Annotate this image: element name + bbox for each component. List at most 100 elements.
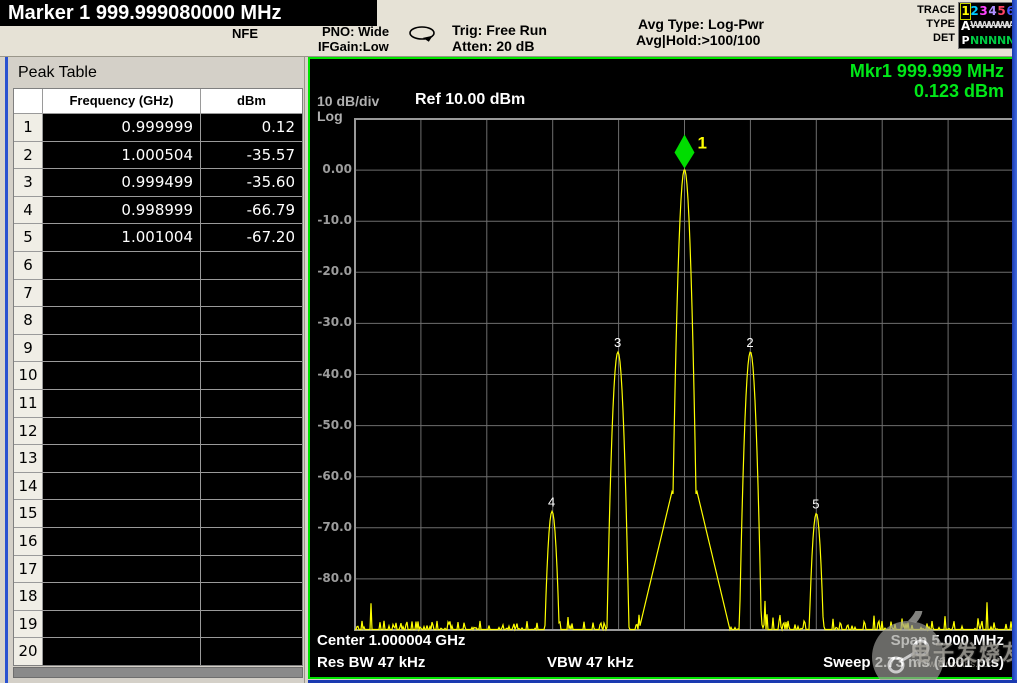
table-row[interactable]: 3 0.999499 -35.60: [14, 168, 302, 196]
cell-frequency: [42, 527, 200, 555]
table-row[interactable]: 1 0.999999 0.12: [14, 113, 302, 141]
row-index: 20: [14, 638, 42, 665]
cell-frequency: [42, 472, 200, 500]
table-row[interactable]: 20: [14, 637, 302, 665]
row-index: 13: [14, 445, 42, 472]
trace-number-1[interactable]: 1: [960, 3, 971, 20]
table-row[interactable]: 13: [14, 444, 302, 472]
cell-frequency: [42, 445, 200, 472]
row-index: 6: [14, 251, 42, 279]
header-frequency: Frequency (GHz): [42, 89, 200, 113]
trace-number-5[interactable]: 5: [997, 4, 1006, 19]
cell-dbm: [200, 445, 302, 472]
cell-dbm: [200, 610, 302, 638]
continuous-sweep-icon[interactable]: [407, 25, 439, 48]
active-function-readout[interactable]: Marker 1 999.999080000 MHz: [0, 0, 377, 26]
peak-table-panel: Peak Table Frequency (GHz) dBm 1 0.999999…: [5, 57, 305, 683]
peak-number-label: 3: [614, 335, 621, 350]
marker-1-diamond[interactable]: [674, 134, 695, 169]
trace-number-3[interactable]: 3: [979, 4, 988, 19]
cell-frequency: 1.000504: [42, 141, 200, 169]
table-row[interactable]: 17: [14, 554, 302, 583]
cell-frequency: [42, 500, 200, 527]
trace-detector[interactable]: N: [997, 34, 1006, 49]
trace-types-row[interactable]: AWWWWW: [961, 19, 1017, 34]
table-row[interactable]: 11: [14, 388, 302, 417]
table-row[interactable]: 10: [14, 361, 302, 389]
cell-frequency: [42, 638, 200, 665]
table-row[interactable]: 2 1.000504 -35.57: [14, 140, 302, 169]
cell-dbm: [200, 417, 302, 445]
trace-type[interactable]: A: [961, 19, 970, 34]
atten-indicator[interactable]: Atten: 20 dB: [452, 38, 534, 54]
screen-frame-right: [1012, 0, 1017, 683]
peak-table[interactable]: Frequency (GHz) dBm 1 0.999999 0.12 2 1.0005…: [13, 88, 303, 666]
avg-hold-count[interactable]: Avg|Hold:>100/100: [636, 32, 760, 48]
trace-status-box[interactable]: 123456 AWWWWW PNNNNN: [958, 2, 1017, 49]
vbw-label[interactable]: VBW 47 kHz: [547, 654, 634, 671]
trace-type[interactable]: W: [979, 19, 990, 34]
row-index: 14: [14, 472, 42, 500]
table-row[interactable]: 4 0.998999 -66.79: [14, 195, 302, 224]
trace-type[interactable]: W: [970, 19, 981, 34]
center-freq-label[interactable]: Center 1.000004 GHz: [317, 632, 465, 649]
watermark-url: www.elecfans.com: [914, 659, 997, 670]
peak-table-title: Peak Table: [18, 64, 97, 81]
table-row[interactable]: 18: [14, 582, 302, 610]
cell-frequency: [42, 389, 200, 417]
cell-frequency: [42, 610, 200, 638]
cell-frequency: 1.001004: [42, 224, 200, 251]
row-index: 2: [14, 141, 42, 169]
cell-dbm: [200, 583, 302, 610]
table-row[interactable]: 7: [14, 278, 302, 307]
peak-number-label: 4: [548, 494, 555, 509]
trace-detector[interactable]: N: [979, 34, 988, 49]
cell-frequency: [42, 555, 200, 583]
cell-dbm: -35.60: [200, 169, 302, 196]
table-row[interactable]: 16: [14, 526, 302, 555]
trace-detector[interactable]: N: [988, 34, 997, 49]
pno-indicator[interactable]: PNO: Wide: [322, 24, 389, 39]
peak-number-label: 2: [746, 335, 753, 350]
cell-frequency: [42, 334, 200, 362]
cell-dbm: [200, 638, 302, 665]
rbw-label[interactable]: Res BW 47 kHz: [317, 654, 425, 671]
row-index: 12: [14, 417, 42, 445]
cell-dbm: -66.79: [200, 196, 302, 224]
table-row[interactable]: 8: [14, 306, 302, 334]
cell-dbm: -67.20: [200, 224, 302, 251]
cell-frequency: [42, 307, 200, 334]
table-row[interactable]: 5 1.001004 -67.20: [14, 223, 302, 251]
peak-table-scrollbar[interactable]: [13, 667, 303, 678]
table-row[interactable]: 9: [14, 333, 302, 362]
table-row[interactable]: 12: [14, 416, 302, 445]
row-index: 1: [14, 114, 42, 141]
nfe-indicator[interactable]: NFE: [232, 26, 258, 41]
table-row[interactable]: 14: [14, 471, 302, 500]
trace-detector[interactable]: N: [970, 34, 979, 49]
cell-dbm: [200, 472, 302, 500]
trace-numbers-row[interactable]: 123456: [960, 3, 1016, 20]
trace-number-2[interactable]: 2: [970, 4, 979, 19]
table-row[interactable]: 15: [14, 499, 302, 527]
peak-table-header-row: Frequency (GHz) dBm: [14, 89, 302, 113]
marker-1-number: 1: [698, 133, 707, 152]
spectrum-display-window[interactable]: Mkr1 999.999 MHz 0.123 dBm 10 dB/div Log…: [308, 57, 1017, 681]
header-dbm: dBm: [200, 89, 302, 113]
trace-type[interactable]: W: [997, 19, 1008, 34]
trace-number-4[interactable]: 4: [988, 4, 997, 19]
trace-type[interactable]: W: [988, 19, 999, 34]
trace-1[interactable]: [355, 169, 1012, 632]
avg-type-indicator[interactable]: Avg Type: Log-Pwr: [638, 16, 764, 32]
trace-row-label: TRACE: [917, 4, 955, 16]
spectrum-plot[interactable]: 1 2 3 4 5: [310, 59, 1012, 677]
table-row[interactable]: 6: [14, 250, 302, 279]
cell-dbm: -35.57: [200, 141, 302, 169]
table-row[interactable]: 19: [14, 609, 302, 638]
cell-dbm: [200, 251, 302, 279]
trace-detector[interactable]: P: [961, 34, 970, 49]
trace-detectors-row[interactable]: PNNNNN: [961, 34, 1016, 49]
trigger-indicator[interactable]: Trig: Free Run: [452, 22, 547, 38]
ifgain-indicator[interactable]: IFGain:Low: [318, 39, 389, 54]
cell-dbm: [200, 527, 302, 555]
